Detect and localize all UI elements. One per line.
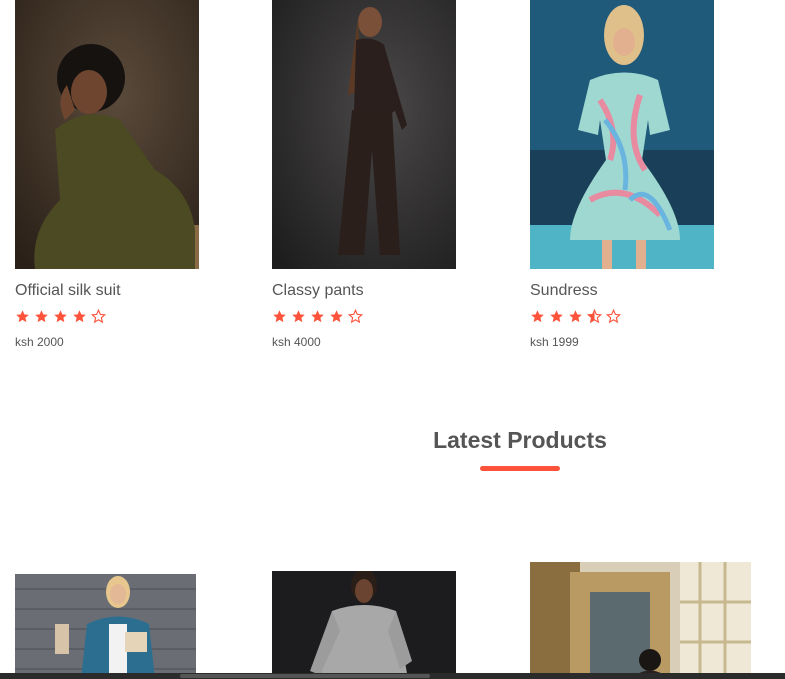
scrollbar-thumb[interactable]	[180, 674, 430, 678]
product-image[interactable]	[272, 571, 456, 679]
product-rating	[530, 309, 730, 325]
star-filled-icon	[73, 310, 86, 323]
star-empty-icon	[91, 309, 106, 324]
star-filled-icon	[311, 310, 324, 323]
product-name[interactable]: Sundress	[530, 282, 730, 300]
star-filled-icon	[569, 310, 582, 323]
star-half-icon	[587, 309, 602, 324]
star-filled-icon	[330, 310, 343, 323]
star-filled-icon	[273, 310, 286, 323]
star-filled-icon	[35, 310, 48, 323]
product-price: ksh 2000	[15, 335, 64, 349]
star-filled-icon	[54, 310, 67, 323]
product-image[interactable]	[530, 0, 714, 269]
product-image[interactable]	[530, 562, 751, 679]
products-page: Official silk suit ksh 2000 Classy pants…	[0, 0, 785, 679]
star-filled-icon	[16, 310, 29, 323]
product-card[interactable]: Official silk suit ksh 2000	[15, 0, 215, 349]
star-empty-icon	[348, 309, 363, 324]
product-card[interactable]: Sundress ksh 1999	[530, 0, 730, 349]
product-rating	[272, 309, 472, 325]
product-name[interactable]: Official silk suit	[15, 282, 215, 300]
product-price: ksh 4000	[272, 335, 321, 349]
product-price: ksh 1999	[530, 335, 579, 349]
product-image[interactable]	[15, 574, 196, 679]
product-card[interactable]: Classy pants ksh 4000	[272, 0, 472, 349]
product-rating	[15, 309, 215, 325]
title-underline	[480, 466, 560, 471]
horizontal-scrollbar[interactable]	[0, 673, 785, 679]
star-empty-icon	[606, 309, 621, 324]
star-filled-icon	[292, 310, 305, 323]
product-name[interactable]: Classy pants	[272, 282, 472, 300]
product-image[interactable]	[272, 0, 456, 269]
star-filled-icon	[531, 310, 544, 323]
section-title: Latest Products	[433, 427, 607, 453]
product-image[interactable]	[15, 0, 199, 269]
star-filled-icon	[550, 310, 563, 323]
